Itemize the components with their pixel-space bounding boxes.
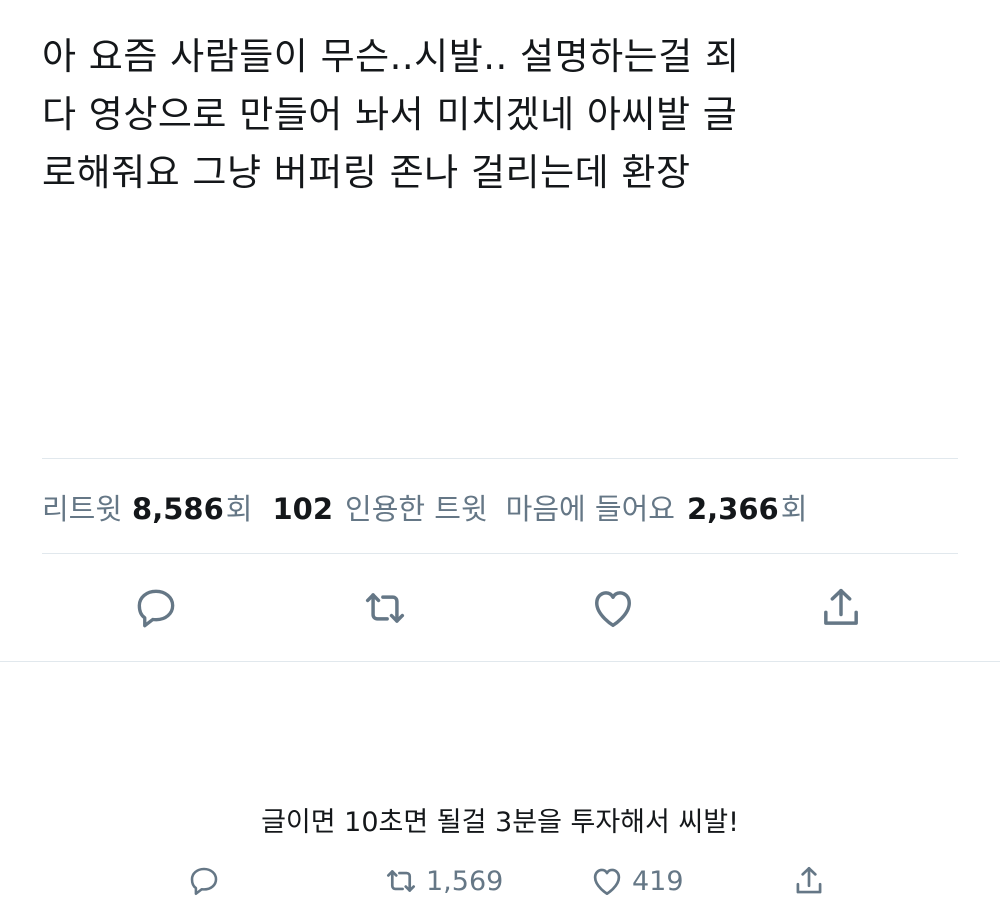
stats-bottom-divider [42, 553, 958, 554]
reply-retweet-count: 1,569 [426, 865, 504, 897]
reply-button[interactable] [128, 580, 184, 636]
retweet-icon [359, 582, 411, 634]
heart-icon [587, 582, 639, 634]
share-button[interactable] [813, 580, 869, 636]
retweet-stat-count: 8,586 [132, 492, 224, 526]
retweet-icon [382, 862, 420, 900]
stats-top-divider [42, 458, 958, 459]
heart-icon [588, 862, 626, 900]
reply-reply-button[interactable] [186, 858, 222, 904]
tweet-line-2: 다 영상으로 만들어 놔서 미치겠네 아씨발 글 [42, 93, 738, 136]
reply-like-count: 419 [632, 865, 684, 897]
reply-retweet-button[interactable]: 1,569 [382, 858, 503, 904]
reply-icon [186, 863, 222, 899]
quote-stat-label: 인용한 트윗 [345, 492, 488, 526]
tweet-line-3: 로해줘요 그냥 버퍼링 존나 걸리는데 환장 [42, 151, 691, 194]
tweet-stats: 리트윗 8,586 회 102 인용한 트윗 마음에 들어요 2,366 회 [42, 484, 825, 530]
reply-like-button[interactable]: 419 [588, 858, 684, 904]
like-stat-label: 마음에 들어요 [505, 492, 675, 526]
like-button[interactable] [585, 580, 641, 636]
reply-actions: 1,569 419 [0, 858, 1000, 904]
share-icon [815, 582, 867, 634]
retweet-stat[interactable]: 리트윗 8,586 회 [42, 486, 252, 528]
quote-stat[interactable]: 102 인용한 트윗 [270, 486, 487, 528]
retweet-button[interactable] [357, 580, 413, 636]
tweet-text: 아 요즘 사람들이 무슨..시발.. 설명하는걸 죄 다 영상으로 만들어 놔서… [42, 28, 962, 202]
like-stat-suffix: 회 [780, 492, 808, 526]
quote-stat-count: 102 [272, 492, 334, 526]
like-stat-count: 2,366 [686, 492, 779, 526]
reply-icon [131, 583, 181, 633]
like-stat[interactable]: 마음에 들어요 2,366 회 [506, 486, 808, 528]
share-icon [790, 862, 828, 900]
retweet-stat-label: 리트윗 [42, 492, 123, 526]
reply-share-button[interactable] [790, 858, 828, 904]
tweet-line-1: 아 요즘 사람들이 무슨..시발.. 설명하는걸 죄 [42, 35, 740, 78]
retweet-stat-suffix: 회 [225, 492, 253, 526]
tweet-bottom-divider [0, 661, 1000, 662]
reply-tweet-text: 글이면 10초면 될걸 3분을 투자해서 씨발! [261, 807, 739, 838]
